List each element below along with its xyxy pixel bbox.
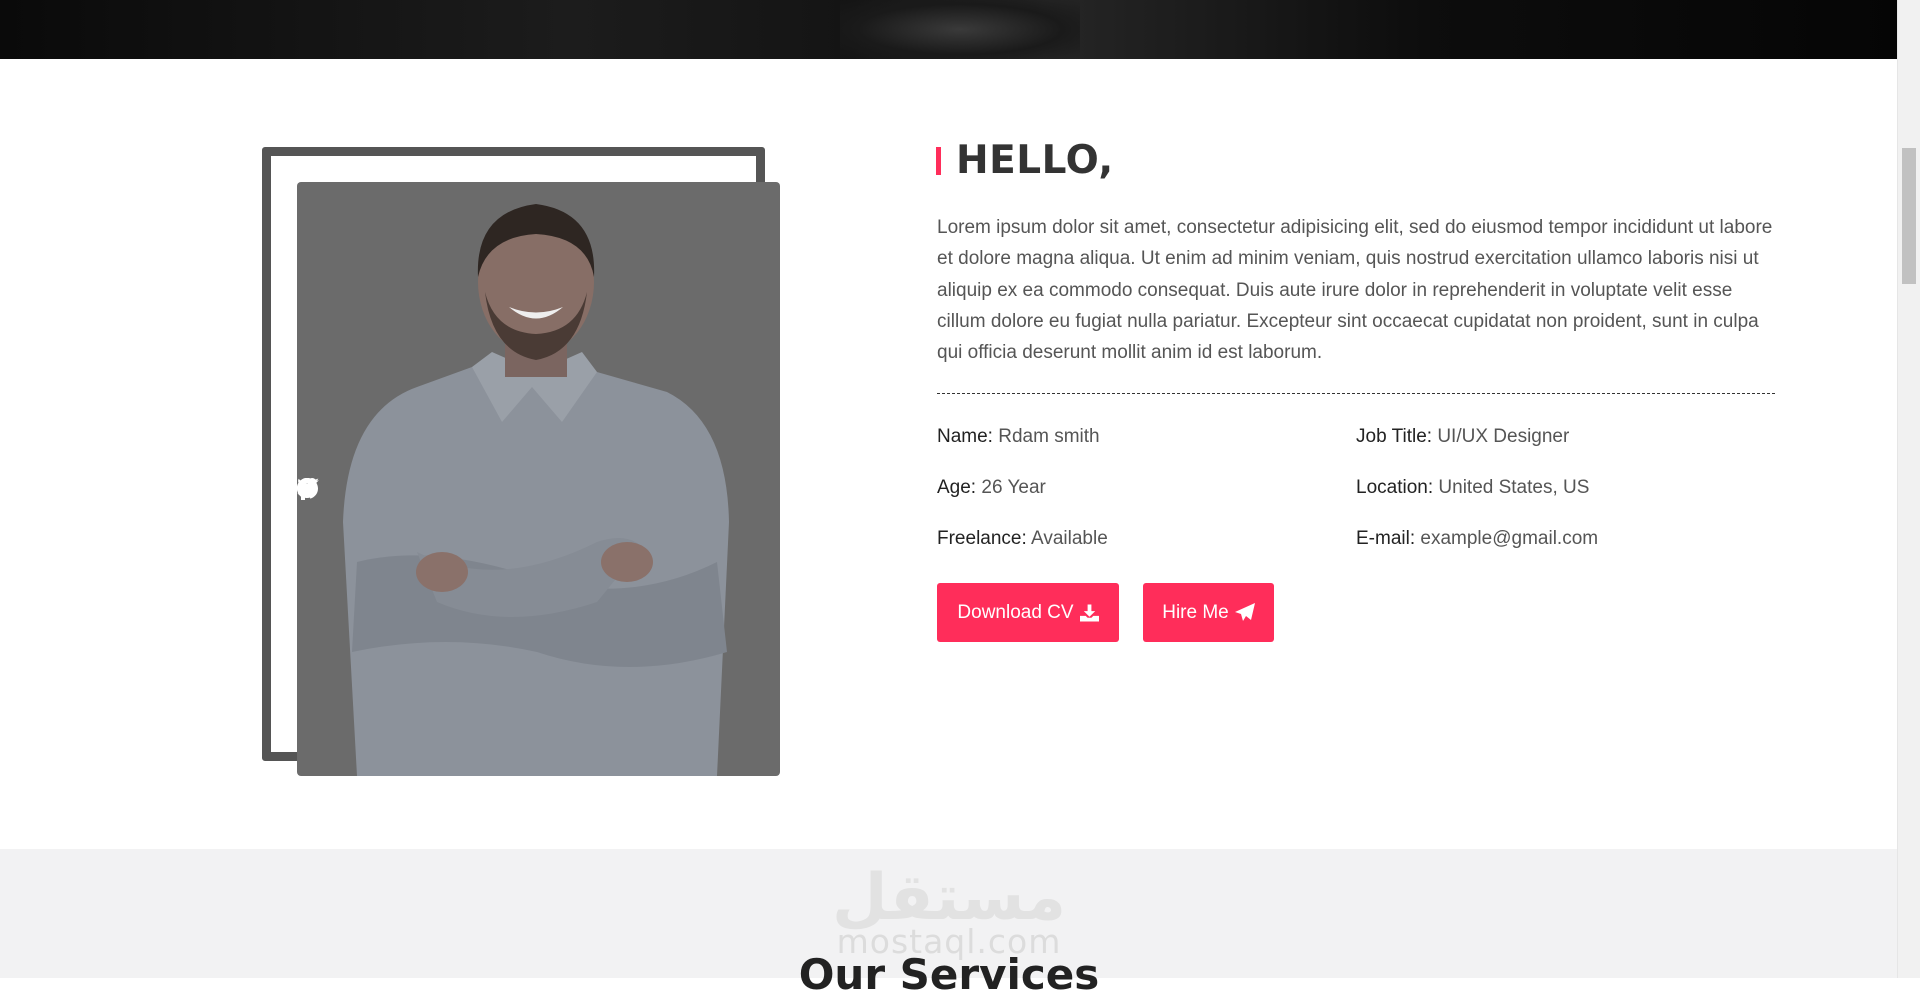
google-icon[interactable] — [297, 478, 574, 500]
services-section: مستقل mostaql.com Our Services — [0, 849, 1898, 999]
info-value: UI/UX Designer — [1437, 426, 1570, 447]
download-icon — [1079, 603, 1099, 622]
info-value: United States, US — [1438, 477, 1590, 498]
info-value: Rdam smith — [998, 426, 1100, 447]
info-location: Location: United States, US — [1356, 477, 1589, 499]
info-label: Location: — [1356, 477, 1434, 498]
about-heading: HELLO, — [936, 138, 1114, 183]
hire-me-button[interactable]: Hire Me — [1143, 583, 1274, 642]
hero-image-fragment — [840, 0, 1080, 59]
info-freelance: Freelance: Available — [937, 528, 1108, 550]
facebook-icon[interactable] — [297, 478, 474, 500]
hero-background-strip — [0, 0, 1898, 59]
bio-text: Lorem ipsum dolor sit amet, consectetur … — [937, 217, 1773, 364]
scrollbar-thumb[interactable] — [1902, 148, 1916, 284]
services-title: Our Services — [798, 950, 1100, 999]
info-email: E-mail: example@gmail.com — [1356, 528, 1598, 550]
info-label: Job Title: — [1356, 426, 1433, 447]
info-job-title: Job Title: UI/UX Designer — [1356, 426, 1569, 448]
hire-me-label: Hire Me — [1162, 601, 1229, 623]
info-value: 26 Year — [981, 477, 1046, 498]
info-label: Name: — [937, 426, 993, 447]
download-cv-button[interactable]: Download CV — [937, 583, 1119, 642]
page-title: HELLO, — [956, 138, 1114, 183]
info-value: example@gmail.com — [1420, 528, 1599, 549]
download-cv-label: Download CV — [957, 601, 1074, 623]
twitter-icon[interactable] — [297, 478, 524, 500]
heading-accent-bar — [936, 146, 941, 175]
info-value: Available — [1031, 528, 1108, 549]
social-links — [297, 478, 780, 500]
info-age: Age: 26 Year — [937, 477, 1046, 499]
vertical-scrollbar[interactable] — [1897, 0, 1920, 978]
paper-plane-icon — [1234, 602, 1255, 621]
dotted-divider — [937, 393, 1775, 394]
profile-photo — [297, 182, 780, 776]
info-label: E-mail: — [1356, 528, 1416, 549]
info-label: Age: — [937, 477, 977, 498]
info-name: Name: Rdam smith — [937, 426, 1100, 448]
github-icon[interactable] — [297, 478, 624, 500]
info-label: Freelance: — [937, 528, 1027, 549]
